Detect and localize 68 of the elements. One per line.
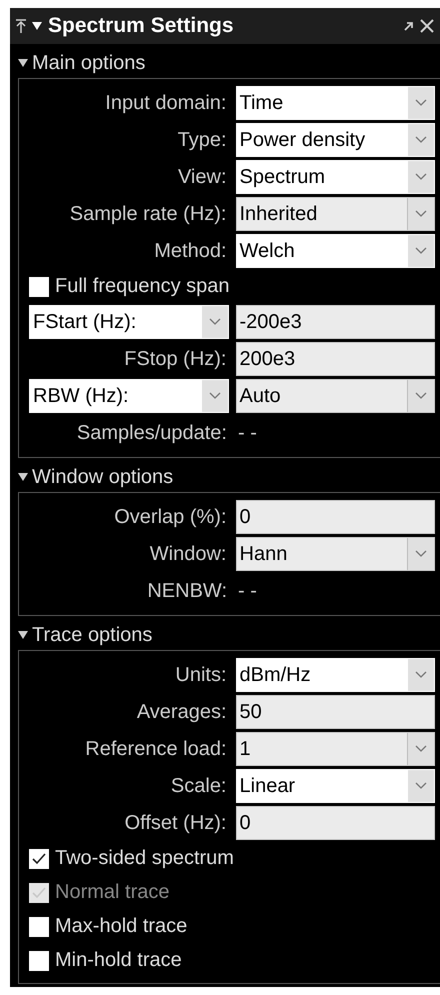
checkbox[interactable] <box>29 848 49 868</box>
expanded-triangle-icon <box>18 472 28 482</box>
chevron-down-icon <box>208 318 220 326</box>
chevron-down-icon <box>415 99 427 107</box>
checkmark-icon <box>31 886 47 900</box>
checkbox-label: Full frequency span <box>55 275 230 298</box>
input-field[interactable]: 200e3 <box>236 342 435 376</box>
expanded-triangle-icon <box>18 58 28 68</box>
checkbox[interactable] <box>29 276 49 296</box>
dropdown[interactable]: Time <box>236 86 435 120</box>
section-header[interactable]: Window options <box>10 462 182 492</box>
field-label: Offset (Hz): <box>124 812 226 834</box>
input-field[interactable]: -200e3 <box>236 305 435 339</box>
expanded-triangle-icon <box>18 630 28 640</box>
field-label: Overlap (%): <box>114 506 226 528</box>
expanded-triangle-icon <box>32 21 42 31</box>
section-header[interactable]: Main options <box>10 48 154 78</box>
field-label: Type: <box>178 128 226 152</box>
dropdown[interactable]: dBm/Hz <box>236 658 435 692</box>
checkbox[interactable] <box>29 950 49 970</box>
dropdown[interactable]: Power density <box>236 123 435 157</box>
readout-value: - - <box>237 580 257 602</box>
checkbox-label: Max-hold trace <box>55 915 188 938</box>
chevron-down-icon <box>415 782 427 790</box>
field-label: Samples/update: <box>76 422 227 444</box>
input-field[interactable]: 0 <box>236 500 435 534</box>
chevron-down-icon <box>415 210 427 218</box>
dropdown[interactable]: Spectrum <box>236 160 435 194</box>
field-label: Window: <box>150 542 226 566</box>
field-label: Reference load: <box>85 738 226 760</box>
section-header[interactable]: Trace options <box>10 620 160 650</box>
field-label: Method: <box>154 240 226 262</box>
dropdown[interactable]: Hann <box>236 537 435 571</box>
checkbox-label: Min-hold trace <box>55 949 182 972</box>
chevron-down-icon <box>415 671 427 679</box>
pin-icon[interactable] <box>16 19 26 33</box>
chevron-down-icon <box>415 392 427 400</box>
dropdown[interactable]: Linear <box>236 769 435 803</box>
chevron-down-icon <box>415 173 427 181</box>
field-label: FStop (Hz): <box>124 348 226 370</box>
checkbox-label: Normal trace <box>55 881 170 904</box>
dropdown[interactable]: RBW (Hz): <box>29 379 228 413</box>
dropdown[interactable]: 1 <box>236 732 435 766</box>
chevron-down-icon <box>415 550 427 558</box>
checkbox[interactable] <box>29 916 49 936</box>
chevron-down-icon <box>415 745 427 753</box>
dropdown[interactable]: Inherited <box>236 197 435 231</box>
window-title: Spectrum Settings <box>48 14 235 38</box>
readout-value: - - <box>237 422 257 444</box>
checkbox-label: Two-sided spectrum <box>55 847 234 870</box>
chevron-down-icon <box>415 136 427 144</box>
field-label: View: <box>178 166 226 188</box>
input-field[interactable]: 50 <box>236 695 435 729</box>
field-label: Scale: <box>170 774 226 798</box>
field-label: Averages: <box>136 700 226 724</box>
chevron-down-icon <box>415 247 427 255</box>
field-label: Units: <box>175 664 226 686</box>
field-label: Input domain: <box>105 92 226 114</box>
undock-icon[interactable] <box>404 21 414 31</box>
chevron-down-icon <box>208 392 220 400</box>
input-field[interactable]: 0 <box>236 806 435 840</box>
dropdown[interactable]: FStart (Hz): <box>29 305 228 339</box>
checkmark-icon <box>31 852 47 866</box>
dropdown[interactable]: Auto <box>236 379 435 413</box>
dropdown[interactable]: Welch <box>236 234 435 268</box>
field-label: Sample rate (Hz): <box>70 202 226 226</box>
close-icon[interactable] <box>420 19 434 33</box>
field-label: NENBW: <box>147 580 227 602</box>
